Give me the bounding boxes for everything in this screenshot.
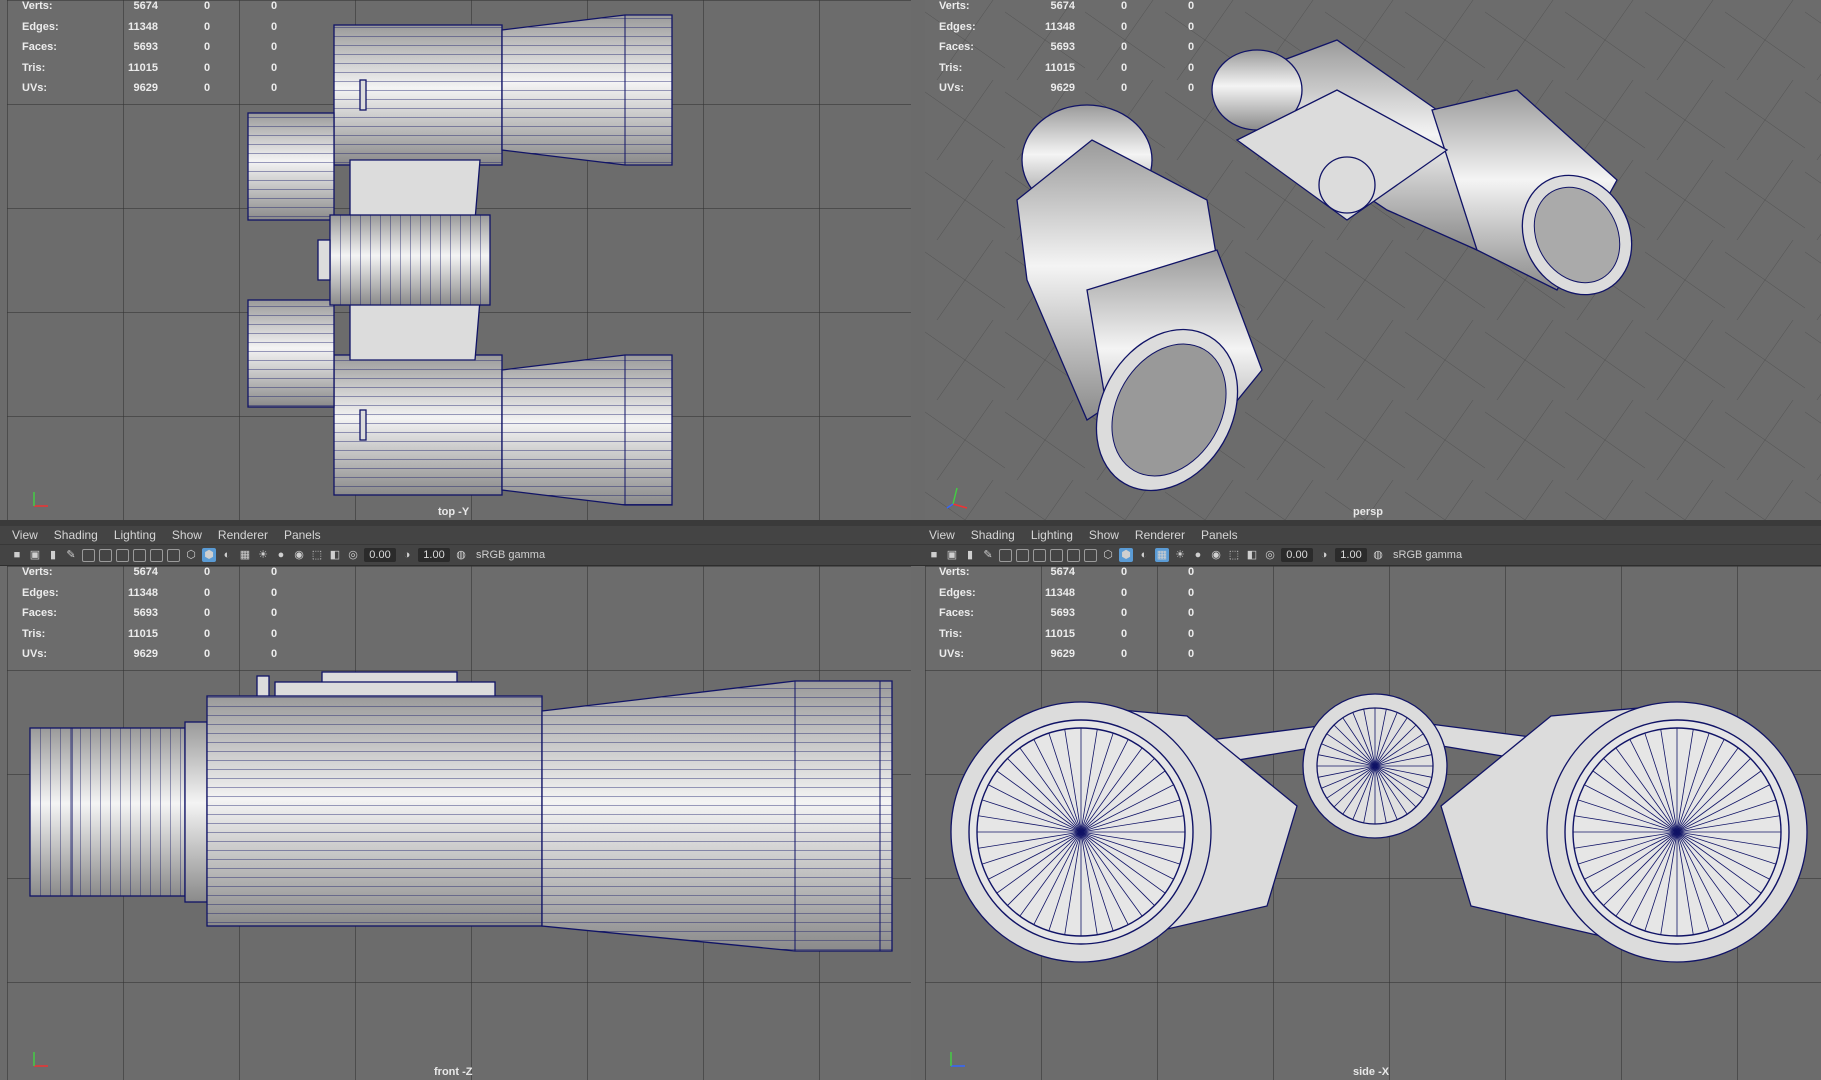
viewport-label-front: front -Z [434, 1066, 473, 1078]
axis-gizmo-side [950, 1052, 965, 1067]
viewport-label-persp: persp [1353, 506, 1383, 518]
viewport-panel-front[interactable]: View Shading Lighting Show Renderer Pane… [0, 526, 917, 1080]
binoculars-front-view[interactable] [0, 526, 917, 1080]
axis-gizmo-front [33, 1052, 48, 1067]
binoculars-top-view[interactable] [0, 0, 917, 520]
axis-gizmo-persp [946, 487, 968, 509]
viewport-panel-top[interactable]: Verts: 5674 0 0 Edges: 11348 0 0 Faces: 5693 0 0 … [0, 0, 917, 520]
viewport-label-top: top -Y [438, 506, 470, 518]
binoculars-side-view[interactable] [917, 526, 1821, 1080]
binoculars-persp-view[interactable] [917, 0, 1821, 520]
viewport-label-side: side -X [1353, 1066, 1390, 1078]
viewport-panel-persp[interactable]: Verts: 5674 0 0 Edges: 11348 0 0 Faces: 5693 0 0 … [917, 0, 1821, 520]
axis-gizmo-top [33, 492, 48, 507]
viewport-panel-side[interactable]: View Shading Lighting Show Renderer Pane… [917, 526, 1821, 1080]
